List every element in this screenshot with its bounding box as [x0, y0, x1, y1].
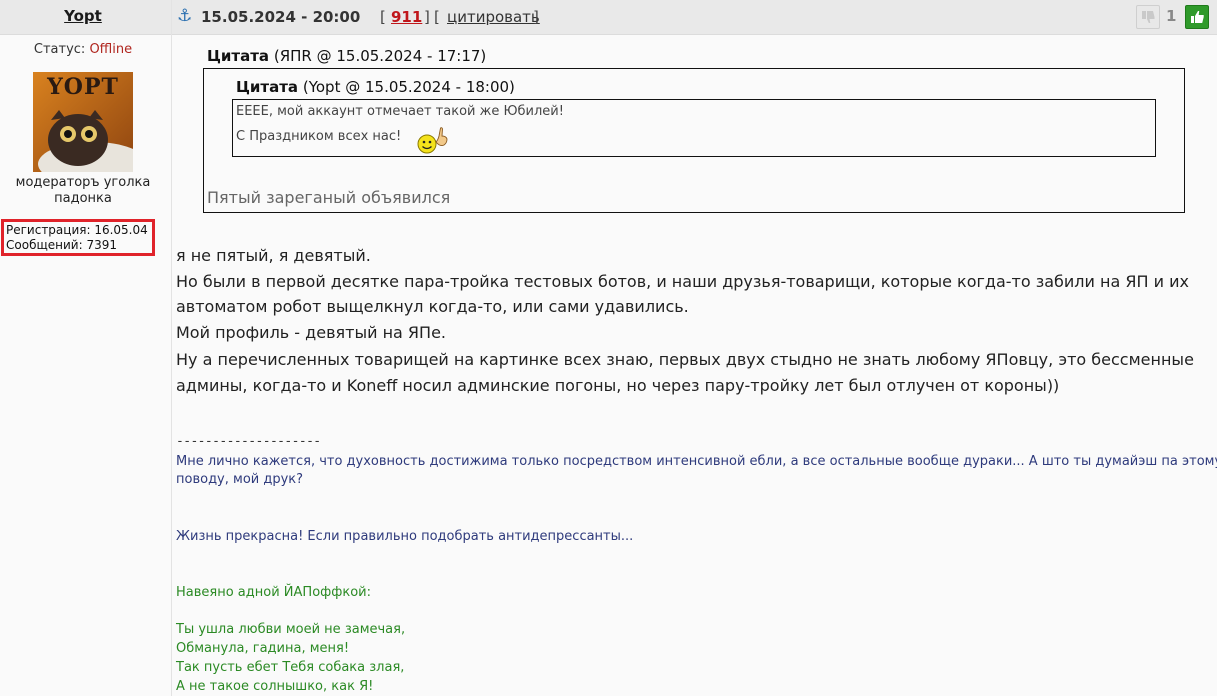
post-date: 15.05.2024 - 20:00	[201, 8, 361, 26]
thumb-down-icon	[1142, 11, 1155, 23]
bracket-open: [	[380, 8, 386, 26]
forum-post: Yopt ⚓ 15.05.2024 - 20:00 [ 911 ] [ цити…	[0, 0, 1217, 696]
post-body-line: Но были в первой десятке пара-тройка тес…	[176, 272, 1189, 291]
quote-button[interactable]: цитировать	[447, 8, 540, 26]
user-rank: модераторъ уголка падонка	[15, 175, 151, 206]
avatar[interactable]: YOPT	[33, 72, 133, 172]
bracket-open: [	[434, 8, 440, 26]
post-body-line: Мой профиль - девятый на ЯПе.	[176, 323, 446, 342]
status-label: Статус:	[33, 42, 86, 57]
author-name-link[interactable]: Yopt	[0, 7, 166, 25]
rating-count: 1	[1166, 7, 1177, 25]
column-divider	[171, 0, 172, 696]
outer-quote-title: Цитата (ЯПR @ 15.05.2024 - 17:17)	[207, 47, 486, 65]
user-stats-box: Регистрация: 16.05.04 Сообщений: 7391	[1, 219, 155, 256]
inner-quote-meta: (Yopt @ 15.05.2024 - 18:00)	[302, 78, 515, 96]
signature-line: Навеяно адной ЙАПоффкой:	[176, 585, 372, 600]
signature-poem-line: Так пусть ебет Тебя собака злая,	[176, 660, 405, 675]
signature-poem-line: Ты ушла любви моей не замечая,	[176, 622, 406, 637]
post-body-line: админы, когда-то и Koneff носил админски…	[176, 376, 1060, 395]
post-body-line: Ну а перечисленных товарищей на картинке…	[176, 350, 1194, 369]
signature-poem-line: Обманула, гадина, меня!	[176, 641, 350, 656]
post-body-line: автоматом робот выщелкнул когда-то, или …	[176, 297, 689, 316]
user-status: Статус: Offline	[0, 42, 166, 57]
post-number-link[interactable]: 911	[391, 8, 422, 26]
registration-date: Регистрация: 16.05.04	[6, 223, 148, 237]
outer-quote-text: Пятый зареганый объявился	[207, 188, 451, 207]
inner-quote-line: ЕЕЕЕ, мой аккаунт отмечает такой же Юбил…	[236, 104, 564, 119]
pointing-smiley-icon	[417, 127, 448, 154]
thumb-up-icon	[1191, 11, 1204, 23]
post-body-line: я не пятый, я девятый.	[176, 246, 371, 265]
inner-quote-line: С Праздником всех нас!	[236, 129, 402, 144]
signature-line: Жизнь прекрасна! Если правильно подобрат…	[176, 529, 634, 544]
outer-quote-label: Цитата	[207, 47, 270, 65]
thumb-up-button[interactable]	[1185, 5, 1209, 29]
signature-line: Мне лично кажется, что духовность достиж…	[176, 454, 1217, 469]
outer-quote-meta: (ЯПR @ 15.05.2024 - 17:17)	[273, 47, 487, 65]
signature-line: поводу, мой друк?	[176, 472, 304, 487]
bracket-close: ]	[533, 8, 539, 26]
avatar-logo-text: YOPT	[47, 74, 119, 100]
inner-quote-title: Цитата (Yopt @ 15.05.2024 - 18:00)	[236, 78, 515, 96]
anchor-icon[interactable]: ⚓	[177, 6, 192, 26]
signature-separator: --------------------	[176, 434, 321, 449]
message-count: Сообщений: 7391	[6, 238, 117, 252]
bracket-close: ]	[424, 8, 430, 26]
inner-quote-label: Цитата	[236, 78, 299, 96]
signature-poem-line: А не такое солнышко, как Я!	[176, 679, 374, 694]
thumb-down-button[interactable]	[1136, 5, 1160, 29]
status-value: Offline	[89, 42, 133, 57]
